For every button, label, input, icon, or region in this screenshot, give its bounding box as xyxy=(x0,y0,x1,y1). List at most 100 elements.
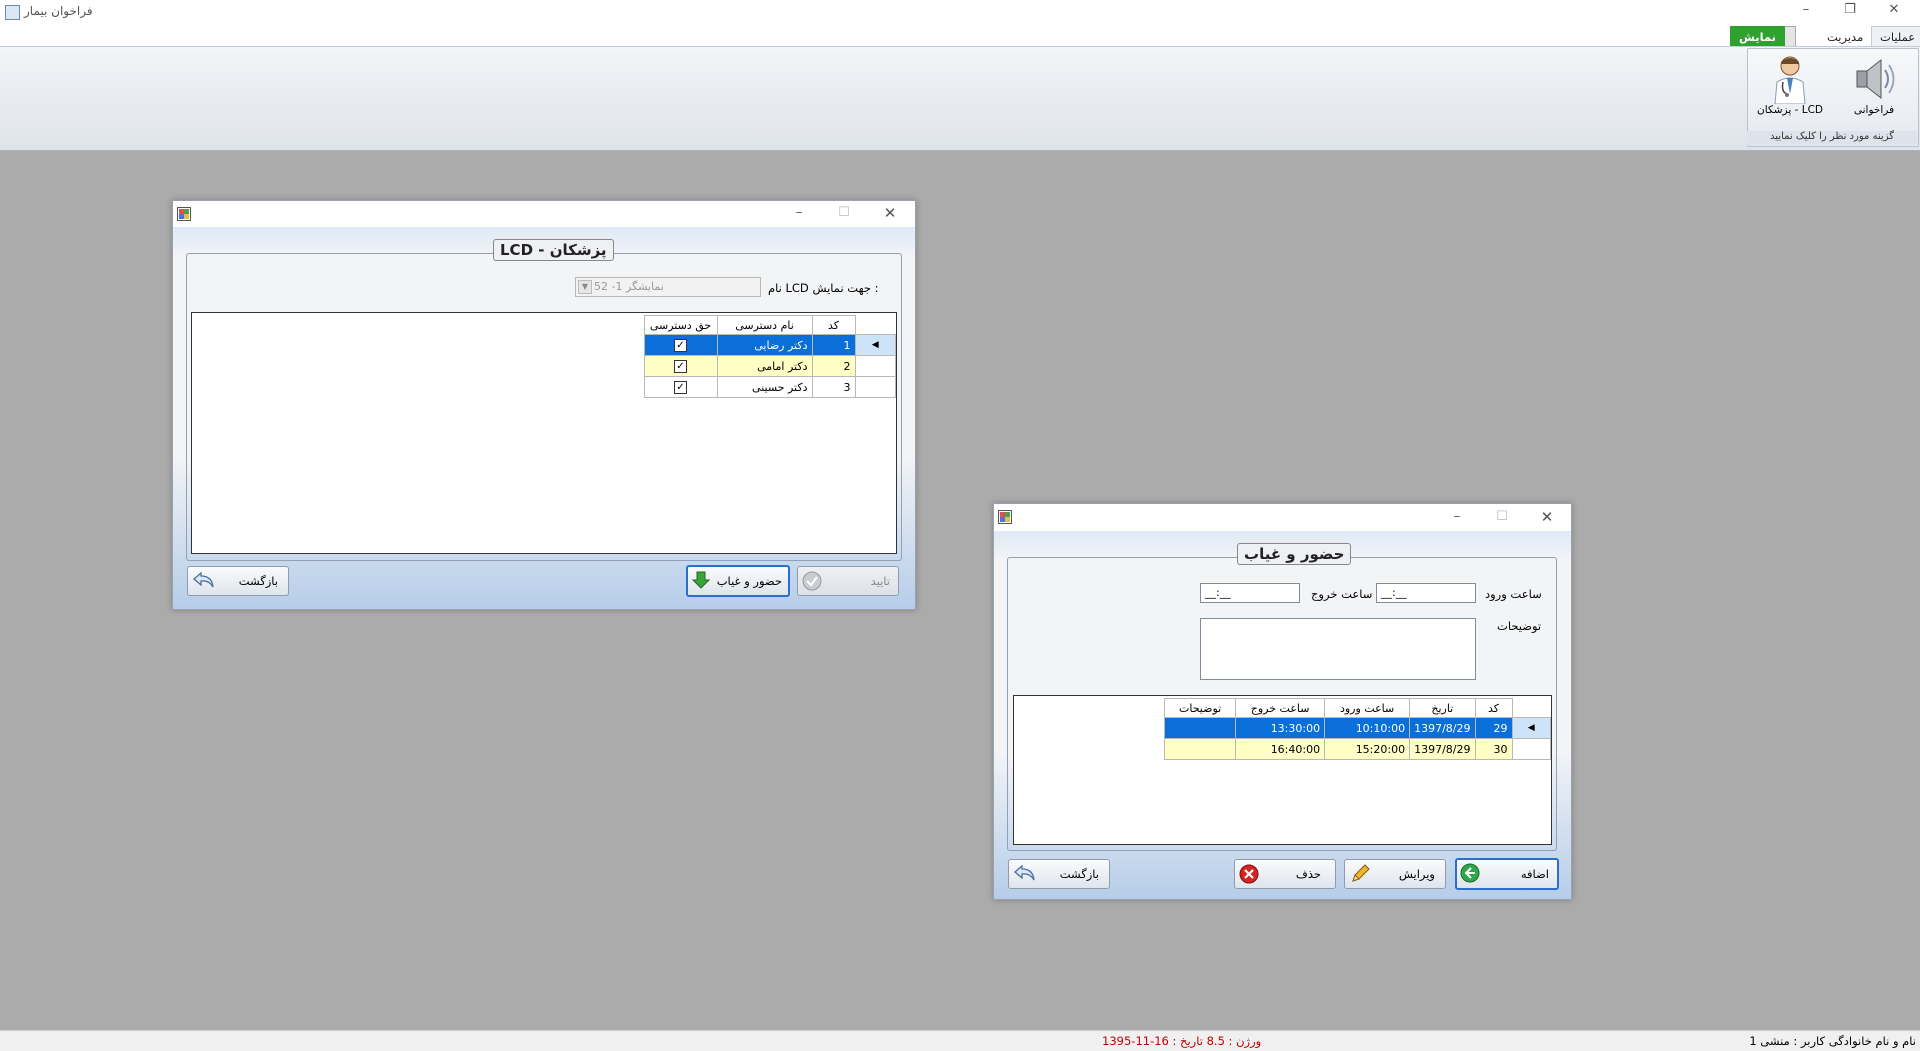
row-selector[interactable] xyxy=(1511,738,1551,760)
access-checkbox[interactable]: ✓ xyxy=(674,381,687,394)
back-button-label: بازگشت xyxy=(1059,867,1099,881)
row-selector-icon[interactable]: ◀ xyxy=(854,334,896,356)
access-checkbox[interactable]: ✓ xyxy=(674,339,687,352)
table-header: حق دسترسی نام دسترسی کد xyxy=(643,315,896,335)
row-selector-icon[interactable]: ◀ xyxy=(1511,717,1551,739)
column-header-access[interactable]: حق دسترسی xyxy=(643,315,718,335)
notes-textarea[interactable] xyxy=(1200,618,1476,680)
restore-icon[interactable]: ❐ xyxy=(1830,0,1870,22)
table-row[interactable]: ✓ دکتر امامی 2 xyxy=(643,355,896,377)
window-body: حضور و غیاب ساعت ورود __:__ ساعت خروج __… xyxy=(994,531,1571,899)
table-row[interactable]: ✓ دکتر حسینی 3 xyxy=(643,376,896,398)
doctor-icon xyxy=(1774,56,1806,104)
attendance-grid: توضیحات ساعت خروج ساعت ورود تاریخ کد 13:… xyxy=(1013,695,1552,845)
entry-cell: 10:10:00 xyxy=(1324,717,1411,739)
back-button[interactable]: بازگشت xyxy=(187,566,289,596)
add-icon xyxy=(1460,863,1480,883)
exit-cell: 16:40:00 xyxy=(1235,738,1326,760)
minimize-icon[interactable]: – xyxy=(779,203,819,225)
notes-cell xyxy=(1164,738,1237,760)
confirm-button[interactable]: تایید xyxy=(797,566,899,596)
code-cell: 1 xyxy=(811,334,856,356)
doctors-table: حق دسترسی نام دسترسی کد ✓ دکتر رضایی 1 ◀… xyxy=(643,315,897,398)
lcd-name-select[interactable]: ▼ نمایشگر 1- 52 xyxy=(575,277,761,297)
access-cell[interactable]: ✓ xyxy=(643,334,718,356)
header-spacer xyxy=(1512,698,1551,718)
entry-cell: 15:20:00 xyxy=(1324,738,1411,760)
window-app-icon xyxy=(177,207,191,221)
date-cell: 1397/8/29 xyxy=(1409,717,1476,739)
code-cell: 30 xyxy=(1474,738,1513,760)
exit-cell: 13:30:00 xyxy=(1235,717,1326,739)
access-cell[interactable]: ✓ xyxy=(643,376,718,398)
speaker-icon xyxy=(1856,58,1895,100)
add-button[interactable]: اضافه xyxy=(1455,858,1559,890)
close-icon[interactable]: ✕ xyxy=(1527,507,1567,529)
notes-cell xyxy=(1164,717,1237,739)
edit-button[interactable]: ویرایش xyxy=(1344,859,1446,889)
column-header-exit[interactable]: ساعت خروج xyxy=(1235,698,1326,718)
attendance-table: توضیحات ساعت خروج ساعت ورود تاریخ کد 13:… xyxy=(1164,698,1551,760)
window-body: LCD - پزشکان نام LCD جهت نمایش : ▼ نمایش… xyxy=(173,227,915,609)
lcd-name-label: نام LCD جهت نمایش : xyxy=(768,281,879,295)
table-row[interactable]: 16:40:00 15:20:00 1397/8/29 30 xyxy=(1164,738,1551,760)
close-icon[interactable]: ✕ xyxy=(870,203,910,225)
access-cell[interactable]: ✓ xyxy=(643,355,718,377)
ribbon-tab-strip: عملیات مدیریت نمایش xyxy=(0,24,1920,48)
entry-time-field[interactable]: __:__ xyxy=(1376,583,1476,603)
call-button-label: فراخوانی xyxy=(1853,104,1895,116)
code-cell: 2 xyxy=(811,355,856,377)
exit-time-label: ساعت خروج xyxy=(1311,587,1373,601)
code-cell: 29 xyxy=(1474,717,1513,739)
status-bar: نام و نام خانوادگی کاربر : منشی 1 ورژن :… xyxy=(0,1030,1920,1051)
tab-operations[interactable]: عملیات xyxy=(1871,26,1920,47)
doctors-lcd-button[interactable]: پزشکان - LCD xyxy=(1754,52,1826,126)
status-version: ورژن : 8.5 تاریخ : 16-11-1395 xyxy=(1102,1034,1262,1048)
back-arrow-icon xyxy=(1014,864,1035,881)
check-icon xyxy=(802,571,822,591)
row-selector[interactable] xyxy=(854,355,896,377)
entry-time-value: __:__ xyxy=(1381,586,1407,599)
lcd-name-value: نمایشگر 1- 52 xyxy=(594,280,664,293)
delete-button-label: حذف xyxy=(1295,867,1321,881)
column-header-date[interactable]: تاریخ xyxy=(1409,698,1476,718)
close-icon[interactable]: ✕ xyxy=(1874,0,1914,22)
back-button-label: بازگشت xyxy=(238,574,278,588)
delete-button[interactable]: حذف xyxy=(1234,859,1336,889)
name-cell: دکتر امامی xyxy=(716,355,813,377)
row-selector[interactable] xyxy=(854,376,896,398)
add-button-label: اضافه xyxy=(1520,867,1549,881)
table-row[interactable]: ✓ دکتر رضایی 1 ◀ xyxy=(643,334,896,356)
table-row[interactable]: 13:30:00 10:10:00 1397/8/29 29 ◀ xyxy=(1164,717,1551,739)
maximize-icon: ☐ xyxy=(838,205,850,220)
app-title: فراخوان بیمار xyxy=(24,4,93,18)
maximize-icon: ☐ xyxy=(1496,509,1508,524)
window-app-icon xyxy=(998,510,1012,524)
code-cell: 3 xyxy=(811,376,856,398)
back-button[interactable]: بازگشت xyxy=(1008,859,1110,889)
name-cell: دکتر رضایی xyxy=(716,334,813,356)
date-cell: 1397/8/29 xyxy=(1409,738,1476,760)
tab-view[interactable]: نمایش xyxy=(1730,26,1785,48)
pencil-icon xyxy=(1352,864,1370,882)
column-header-code[interactable]: کد xyxy=(811,315,856,335)
notes-label: توضیحات xyxy=(1497,619,1542,633)
minimize-icon[interactable]: – xyxy=(1437,507,1477,529)
confirm-button-label: تایید xyxy=(870,574,890,588)
call-button[interactable]: فراخوانی xyxy=(1838,52,1910,126)
access-checkbox[interactable]: ✓ xyxy=(674,360,687,373)
status-user: نام و نام خانوادگی کاربر : منشی 1 xyxy=(1749,1034,1916,1048)
tab-management[interactable]: مدیریت xyxy=(1818,26,1872,48)
table-header: توضیحات ساعت خروج ساعت ورود تاریخ کد xyxy=(1164,698,1551,718)
column-header-entry[interactable]: ساعت ورود xyxy=(1324,698,1411,718)
attendance-button-label: حضور و غیاب xyxy=(716,574,782,588)
column-header-code[interactable]: کد xyxy=(1474,698,1513,718)
column-header-name[interactable]: نام دسترسی xyxy=(716,315,813,335)
window-title-bar: – ☐ ✕ xyxy=(173,201,915,227)
exit-time-field[interactable]: __:__ xyxy=(1200,583,1300,603)
attendance-button[interactable]: حضور و غیاب xyxy=(686,565,790,597)
minimize-icon[interactable]: – xyxy=(1786,0,1826,22)
name-cell: دکتر حسینی xyxy=(716,376,813,398)
attendance-window: – ☐ ✕ حضور و غیاب ساعت ورود __:__ ساعت خ… xyxy=(993,503,1572,900)
column-header-notes[interactable]: توضیحات xyxy=(1164,698,1237,718)
